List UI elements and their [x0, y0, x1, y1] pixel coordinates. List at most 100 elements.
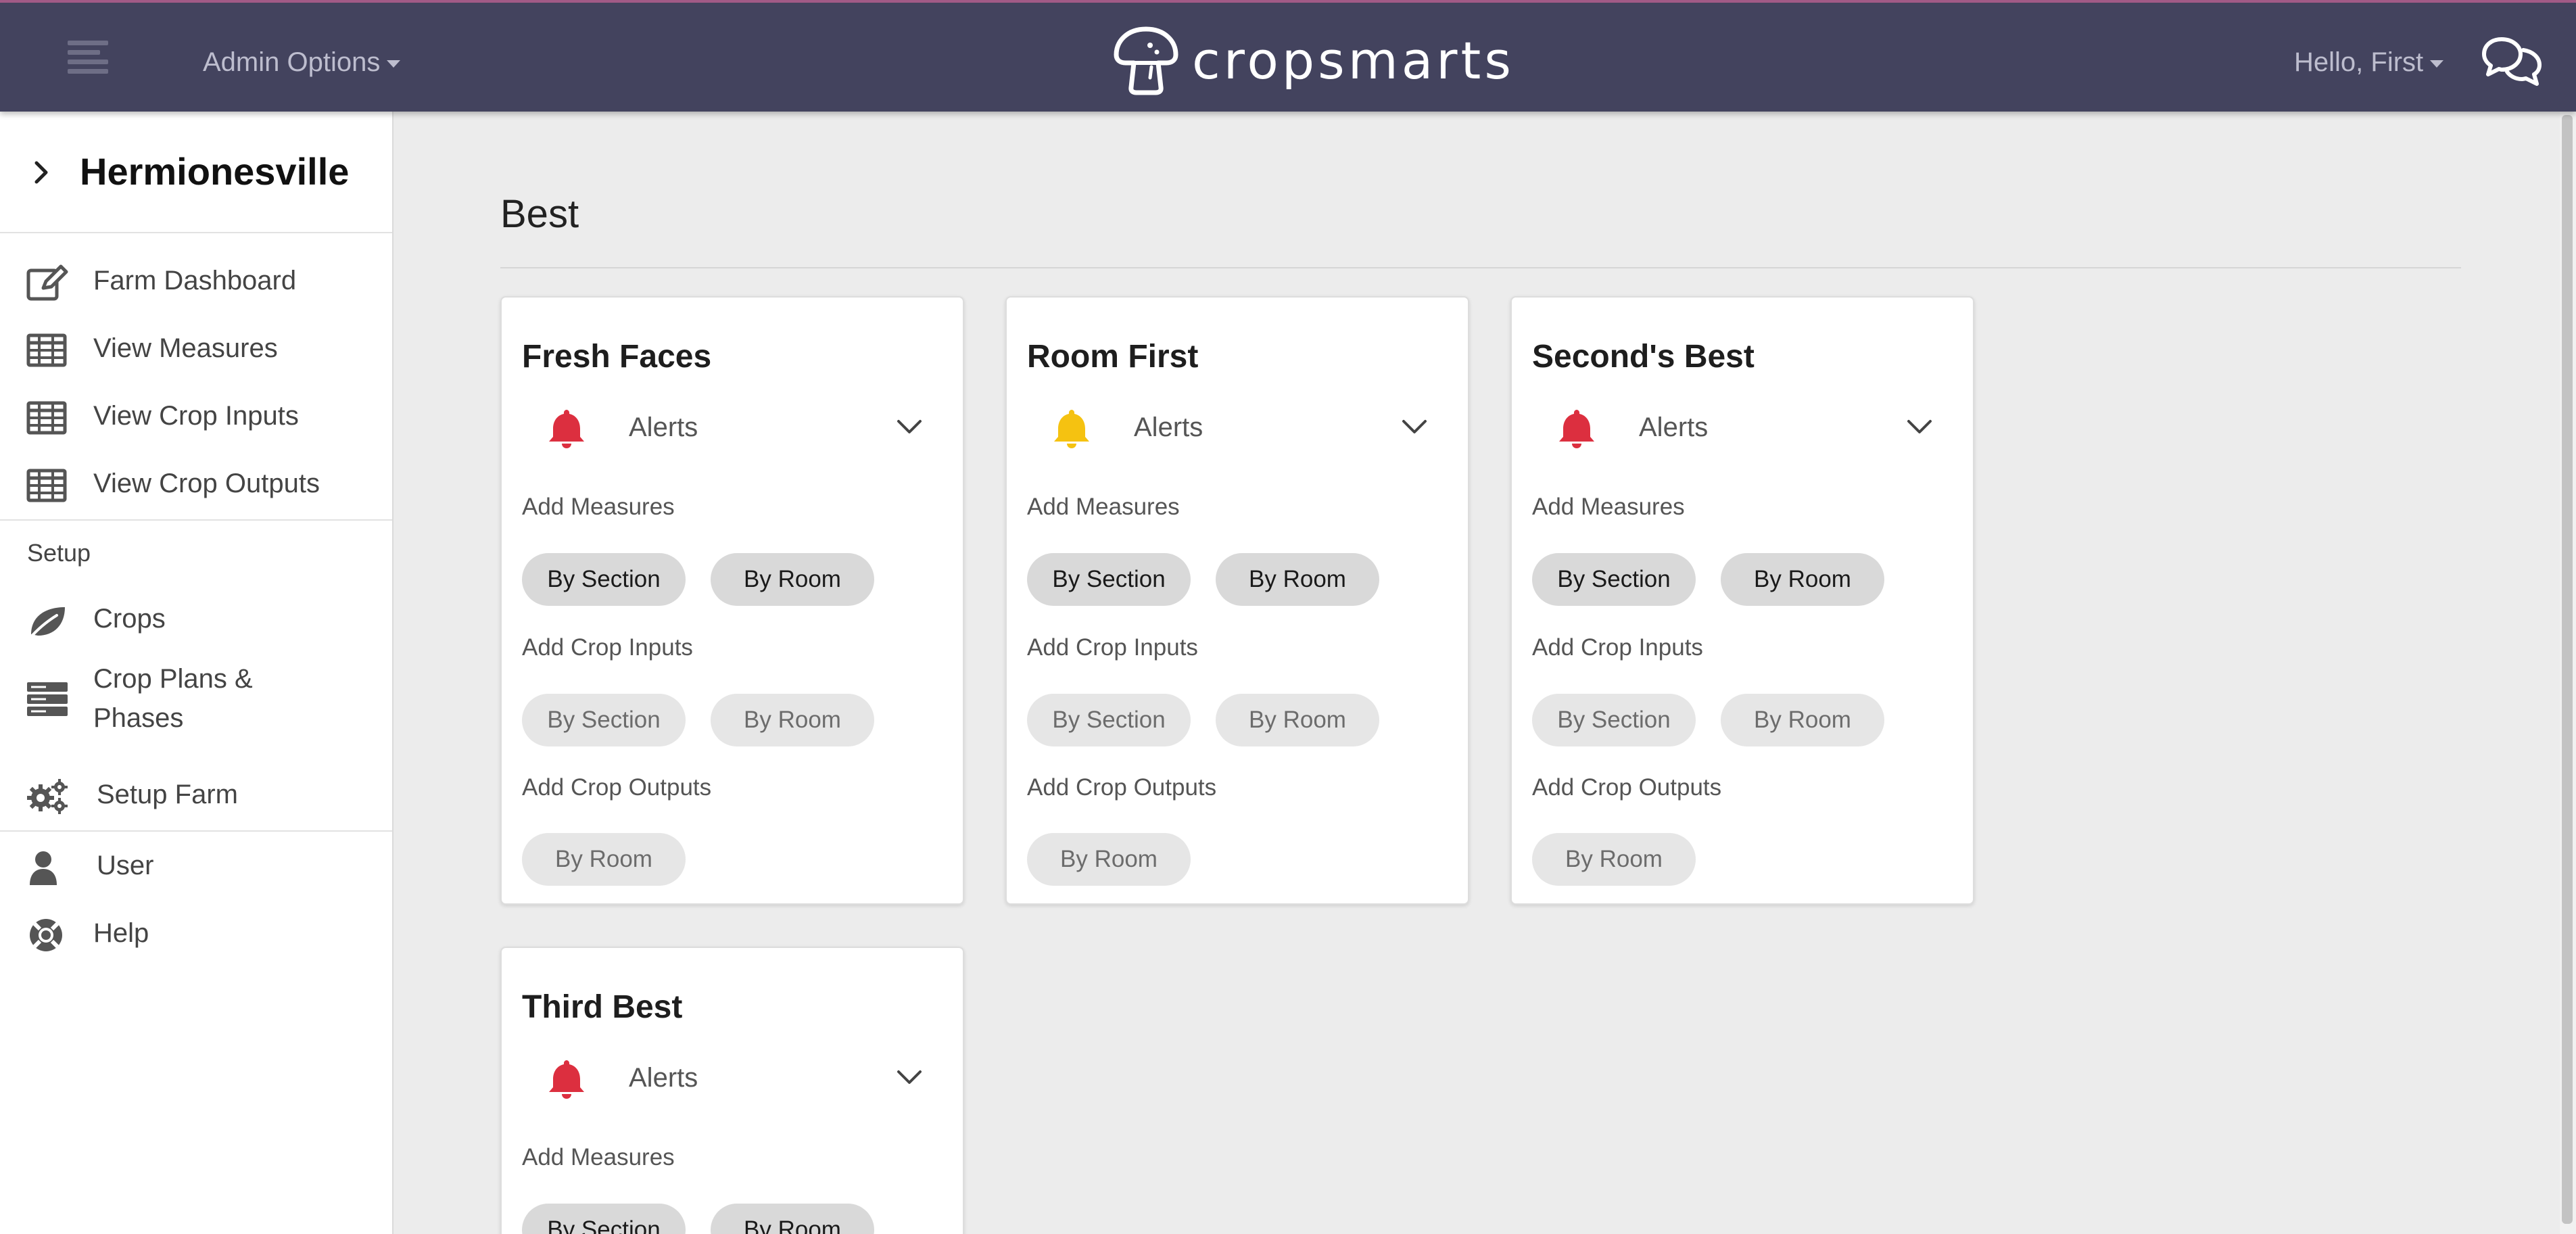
add-crop-inputs-by-room-button[interactable]: By Room — [1216, 694, 1379, 746]
alerts-toggle[interactable]: Alerts — [1027, 399, 1450, 453]
top-navbar: Admin Options cropsmarts Hello, First — [0, 0, 2576, 112]
chevron-down-icon — [1402, 420, 1427, 433]
sidebar-item-label: Crops — [93, 604, 166, 634]
farm-selector[interactable]: Hermionesville — [0, 112, 392, 233]
sidebar-item-help[interactable]: Help — [0, 903, 392, 964]
sidebar-divider — [0, 830, 392, 832]
title-divider — [500, 267, 2461, 268]
add-crop-outputs-label: Add Crop Outputs — [1532, 774, 1722, 801]
sidebar: Hermionesville Farm Dashboard View Measu… — [0, 112, 393, 1234]
room-card: Fresh Faces Alerts Add Measures By Secti… — [500, 296, 964, 905]
add-crop-outputs-by-room-button[interactable]: By Room — [1532, 833, 1696, 886]
cogs-icon — [27, 779, 68, 814]
room-card: Third Best Alerts Add Measures By Sectio… — [500, 947, 964, 1234]
add-crop-inputs-by-room-button[interactable]: By Room — [1721, 694, 1884, 746]
alerts-toggle[interactable]: Alerts — [522, 1049, 945, 1104]
table-icon — [26, 401, 67, 435]
user-icon — [30, 851, 57, 885]
sidebar-item-label: View Crop Outputs — [93, 469, 320, 498]
sidebar-item-label: Crop Plans & Phases — [93, 664, 253, 733]
sidebar-item-label: View Measures — [93, 333, 278, 363]
sidebar-item-crop-plans-phases[interactable]: Crop Plans & Phases — [0, 659, 392, 738]
room-name: Second's Best — [1532, 339, 1755, 375]
add-crop-inputs-by-section-button[interactable]: By Section — [1027, 694, 1191, 746]
room-name: Fresh Faces — [522, 339, 712, 375]
brand-logo[interactable]: cropsmarts — [1112, 23, 1514, 97]
add-measures-label: Add Measures — [522, 494, 675, 520]
server-icon — [27, 682, 68, 716]
sidebar-item-label: Help — [93, 918, 149, 948]
room-card: Second's Best Alerts Add Measures By Sec… — [1510, 296, 1974, 905]
sidebar-item-setup-farm[interactable]: Setup Farm — [0, 764, 392, 825]
add-measures-label: Add Measures — [1027, 494, 1180, 520]
add-measures-by-room-button[interactable]: By Room — [1721, 553, 1884, 606]
room-name: Third Best — [522, 989, 683, 1025]
admin-options-dropdown[interactable]: Admin Options — [203, 47, 401, 78]
bell-icon — [1054, 410, 1089, 448]
menu-toggle-icon[interactable] — [68, 41, 108, 74]
add-measures-label: Add Measures — [522, 1144, 675, 1170]
chevron-down-icon — [897, 420, 922, 433]
add-measures-by-room-button[interactable]: By Room — [711, 1204, 874, 1234]
sidebar-divider — [0, 519, 392, 521]
sidebar-item-view-crop-outputs[interactable]: View Crop Outputs — [0, 453, 392, 514]
page-title: Best — [500, 192, 579, 236]
user-menu-dropdown[interactable]: Hello, First — [2294, 47, 2444, 78]
farm-name: Hermionesville — [80, 150, 350, 193]
add-crop-inputs-by-section-button[interactable]: By Section — [1532, 694, 1696, 746]
sidebar-item-view-measures[interactable]: View Measures — [0, 318, 392, 379]
sidebar-item-user[interactable]: User — [0, 835, 392, 896]
add-crop-inputs-label: Add Crop Inputs — [1532, 634, 1703, 661]
app-window: Admin Options cropsmarts Hello, First He… — [0, 0, 2576, 1234]
sidebar-section-setup: Setup — [27, 539, 91, 567]
room-card: Room First Alerts Add Measures By Sectio… — [1005, 296, 1469, 905]
sidebar-item-label: Farm Dashboard — [93, 266, 297, 295]
chevron-down-icon — [1907, 420, 1932, 433]
bell-icon — [549, 410, 584, 448]
sidebar-item-label: View Crop Inputs — [93, 401, 299, 431]
add-crop-outputs-label: Add Crop Outputs — [1027, 774, 1217, 801]
brand-name: cropsmarts — [1192, 30, 1514, 91]
scrollbar-thumb[interactable] — [2562, 115, 2573, 1224]
add-measures-label: Add Measures — [1532, 494, 1685, 520]
chevron-down-icon — [897, 1070, 922, 1084]
alerts-label: Alerts — [1134, 412, 1203, 442]
chevron-right-icon — [34, 161, 48, 184]
edit-icon — [26, 264, 68, 301]
add-crop-inputs-by-section-button[interactable]: By Section — [522, 694, 686, 746]
sidebar-item-label: Setup Farm — [97, 780, 238, 809]
alerts-label: Alerts — [1639, 412, 1709, 442]
bell-icon — [1559, 410, 1594, 448]
sidebar-item-crops[interactable]: Crops — [0, 588, 392, 649]
add-measures-by-section-button[interactable]: By Section — [1532, 553, 1696, 606]
sidebar-item-farm-dashboard[interactable]: Farm Dashboard — [0, 250, 392, 311]
alerts-toggle[interactable]: Alerts — [522, 399, 945, 453]
greeting-label: Hello, First — [2294, 47, 2424, 77]
alerts-label: Alerts — [629, 1063, 698, 1093]
add-crop-outputs-by-room-button[interactable]: By Room — [1027, 833, 1191, 886]
add-measures-by-room-button[interactable]: By Room — [711, 553, 874, 606]
add-crop-outputs-label: Add Crop Outputs — [522, 774, 712, 801]
table-icon — [26, 333, 67, 367]
add-measures-by-section-button[interactable]: By Section — [522, 1204, 686, 1234]
caret-down-icon — [2430, 60, 2444, 68]
add-crop-inputs-label: Add Crop Inputs — [522, 634, 693, 661]
table-icon — [26, 469, 67, 502]
admin-options-label: Admin Options — [203, 47, 381, 77]
add-crop-inputs-by-room-button[interactable]: By Room — [711, 694, 874, 746]
chat-icon[interactable] — [2481, 35, 2542, 89]
add-measures-by-section-button[interactable]: By Section — [1027, 553, 1191, 606]
sidebar-item-view-crop-inputs[interactable]: View Crop Inputs — [0, 385, 392, 446]
life-ring-icon — [30, 919, 62, 951]
leaf-icon — [28, 607, 65, 640]
caret-down-icon — [387, 60, 401, 68]
add-measures-by-room-button[interactable]: By Room — [1216, 553, 1379, 606]
bell-icon — [549, 1060, 584, 1099]
alerts-toggle[interactable]: Alerts — [1532, 399, 1955, 453]
mushroom-logo-icon — [1114, 26, 1178, 95]
room-name: Room First — [1027, 339, 1199, 375]
add-crop-inputs-label: Add Crop Inputs — [1027, 634, 1198, 661]
sidebar-item-label: User — [97, 851, 154, 880]
add-crop-outputs-by-room-button[interactable]: By Room — [522, 833, 686, 886]
add-measures-by-section-button[interactable]: By Section — [522, 553, 686, 606]
